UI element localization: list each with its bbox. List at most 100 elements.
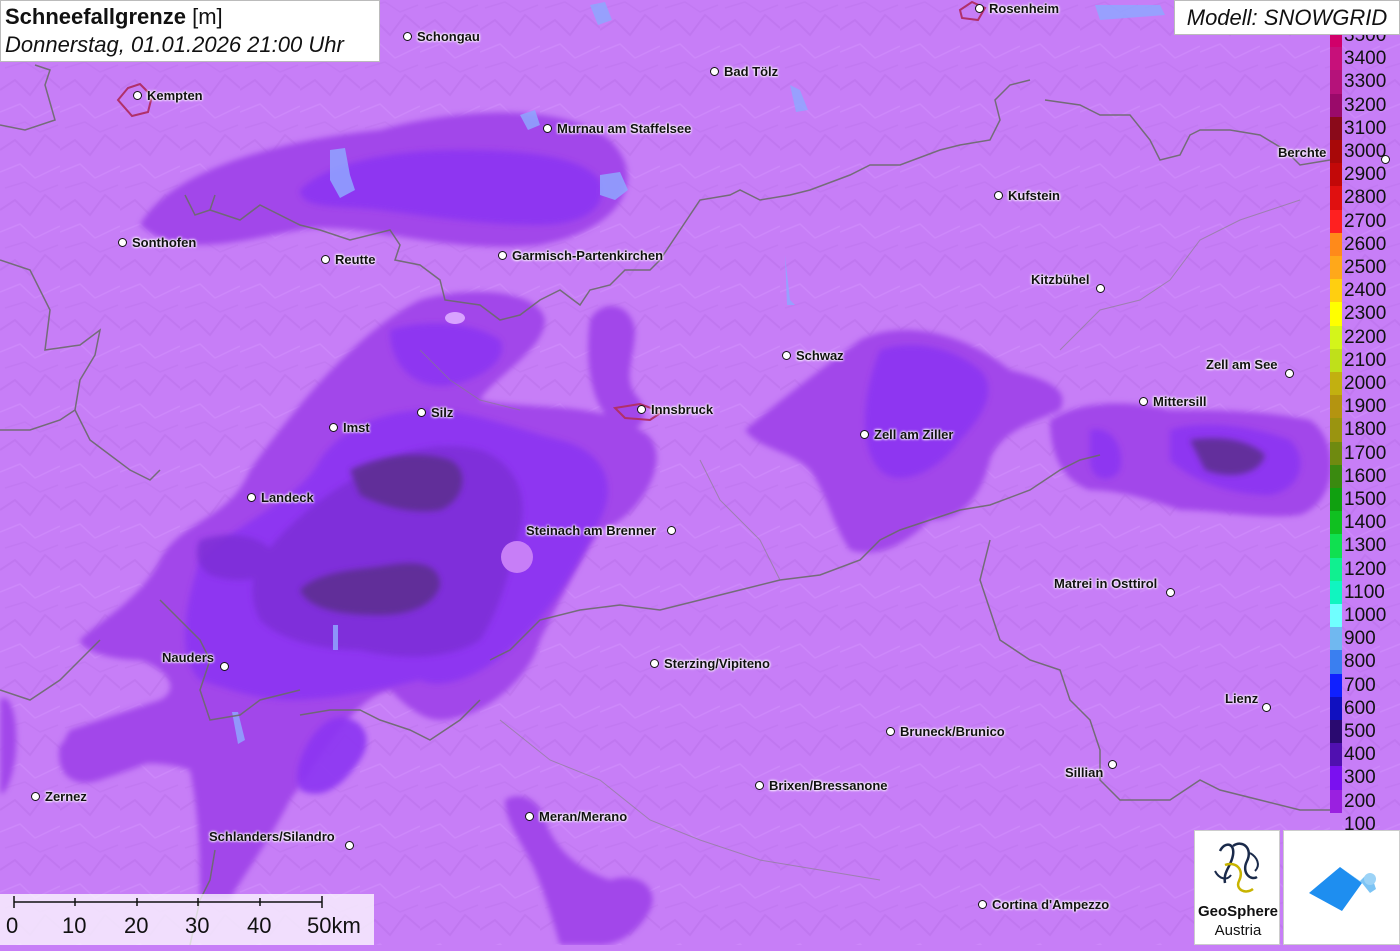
legend-swatch	[1330, 47, 1342, 71]
snowfall-limit-map	[0, 0, 1400, 945]
legend-label: 1500	[1344, 489, 1387, 510]
white-patch	[501, 541, 533, 573]
city-marker-icon	[321, 255, 330, 264]
legend-label: 3500	[1344, 35, 1387, 46]
legend-label: 1100	[1344, 581, 1385, 603]
legend-swatch	[1330, 279, 1342, 303]
city-label: Kufstein	[1008, 188, 1060, 203]
legend-label: 1200	[1344, 558, 1387, 580]
legend-label: 1700	[1344, 442, 1387, 464]
city-label: Mittersill	[1153, 394, 1207, 409]
legend-row-2100: 2100	[1328, 348, 1400, 372]
scale-label-20: 20	[124, 913, 149, 938]
legend-label: 2300	[1344, 303, 1387, 325]
legend-label: 2000	[1344, 373, 1387, 394]
city-marker-icon	[403, 32, 412, 41]
legend-swatch	[1330, 186, 1342, 210]
legend-label: 1400	[1344, 512, 1387, 534]
legend-label: 300	[1344, 767, 1376, 789]
legend-swatch	[1330, 302, 1342, 326]
legend-row-2200: 2200	[1328, 325, 1400, 349]
city-marker-icon	[1285, 369, 1294, 378]
city-marker-icon	[886, 727, 895, 736]
legend-row-200: 200	[1328, 789, 1400, 813]
legend-swatch	[1330, 256, 1342, 280]
city-label: Kempten	[147, 88, 203, 103]
legend-swatch	[1330, 372, 1342, 396]
city-label: Nauders	[162, 650, 215, 665]
legend-swatch	[1330, 325, 1342, 349]
city-marker-icon	[417, 408, 426, 417]
legend-label: 2900	[1344, 164, 1387, 186]
city-label: Schwaz	[796, 348, 844, 363]
legend-label: 400	[1344, 744, 1376, 766]
map-title-unit: [m]	[192, 4, 223, 29]
city-label: Innsbruck	[651, 402, 714, 417]
legend-label: 800	[1344, 651, 1376, 673]
legend-label: 600	[1344, 697, 1376, 719]
city-marker-icon	[755, 781, 764, 790]
legend-swatch	[1330, 673, 1342, 697]
city-marker-icon	[31, 792, 40, 801]
legend-label: 1300	[1344, 535, 1387, 557]
legend-label: 2400	[1344, 280, 1387, 302]
legend-row-2400: 2400	[1328, 279, 1400, 303]
white-patch-2	[445, 312, 465, 324]
map-datetime: Donnerstag, 01.01.2026 21:00 Uhr	[5, 32, 344, 57]
city-label: Zell am See	[1206, 357, 1278, 372]
legend-label: 3400	[1344, 48, 1387, 70]
legend-swatch	[1330, 720, 1342, 744]
city-label: Silz	[431, 405, 454, 420]
city-label: Sonthofen	[132, 235, 197, 250]
legend-label: 2600	[1344, 233, 1387, 255]
legend-row-3100: 3100	[1328, 116, 1400, 140]
city-label: Murnau am Staffelsee	[557, 121, 692, 136]
city-label: Matrei in Osttirol	[1054, 576, 1158, 591]
legend-row-1100: 1100	[1328, 580, 1400, 604]
legend-row-2900: 2900	[1328, 163, 1400, 187]
legend-swatch	[1330, 650, 1342, 674]
city-marker-icon	[978, 900, 987, 909]
scale-bar: 0 10 20 30 40 50km	[0, 894, 374, 945]
legend-label: 1900	[1344, 396, 1387, 418]
legend-row-1600: 1600	[1328, 464, 1400, 488]
scale-label-30: 30	[185, 913, 210, 938]
legend-row-300: 300	[1328, 766, 1400, 790]
legend-swatch	[1330, 163, 1342, 187]
legend-row-1300: 1300	[1328, 534, 1400, 558]
city-label: Berchte	[1278, 145, 1327, 160]
legend-row-2500: 2500	[1328, 256, 1400, 280]
city-marker-icon	[1262, 703, 1271, 712]
legend-label: 500	[1344, 721, 1376, 742]
city-marker-icon	[118, 238, 127, 247]
legend-label: 3200	[1344, 94, 1387, 116]
city-label: Sterzing/Vipiteno	[664, 656, 770, 671]
legend-swatch	[1330, 348, 1342, 372]
city-marker-icon	[525, 812, 534, 821]
city-marker-icon	[994, 191, 1003, 200]
geosphere-subtitle: Austria	[1214, 922, 1262, 939]
legend-row-2800: 2800	[1328, 186, 1400, 210]
city-marker-icon	[667, 526, 676, 535]
geosphere-name: GeoSphere	[1197, 903, 1279, 920]
city-marker-icon	[329, 423, 338, 432]
map-title-box: Schneefallgrenze [m] Donnerstag, 01.01.2…	[0, 0, 380, 62]
city-label: Rosenheim	[989, 1, 1060, 16]
legend-row-2700: 2700	[1328, 209, 1400, 233]
scale-label-10: 10	[62, 913, 87, 938]
city-marker-icon	[637, 405, 646, 414]
map-title: Schneefallgrenze [m]	[5, 3, 375, 31]
city-marker-icon	[247, 493, 256, 502]
city-label: Zell am Ziller	[874, 427, 954, 442]
legend-row-400: 400	[1328, 743, 1400, 767]
legend-swatch	[1330, 232, 1342, 256]
city-label: Cortina d'Ampezzo	[992, 897, 1110, 912]
city-label: Kitzbühel	[1031, 272, 1090, 287]
legend-row-1000: 1000	[1328, 604, 1400, 628]
legend-row-900: 900	[1328, 627, 1400, 651]
legend-row-700: 700	[1328, 673, 1400, 697]
city-label: Bad Tölz	[724, 64, 779, 79]
legend-row-1400: 1400	[1328, 511, 1400, 535]
geosphere-logo: GeoSphere Austria	[1194, 830, 1280, 945]
legend-label: 2800	[1344, 187, 1387, 209]
